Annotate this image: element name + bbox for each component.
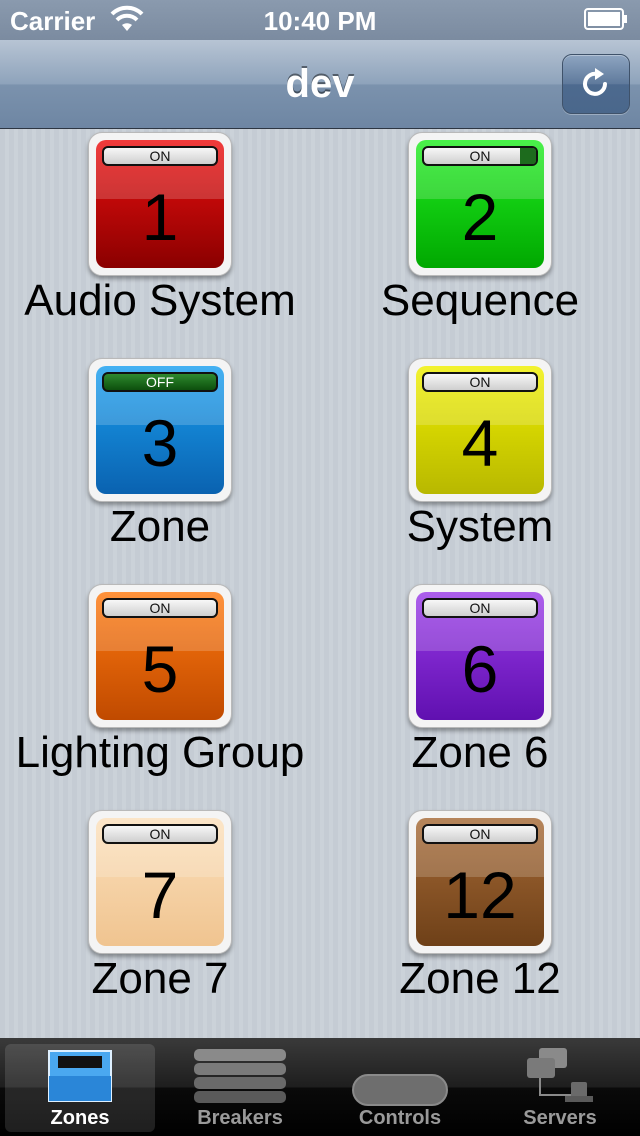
status-bar: Carrier 10:40 PM xyxy=(0,0,640,40)
zone-cell: ON 5 Lighting Group xyxy=(0,584,320,784)
zone-tile-face: ON 1 xyxy=(96,140,224,268)
controls-icon xyxy=(352,1074,448,1106)
zone-tile-face: ON 4 xyxy=(416,366,544,494)
tab-controls-label: Controls xyxy=(358,1107,442,1129)
breakers-icon xyxy=(194,1049,286,1103)
zone-cell: ON 4 System xyxy=(320,358,640,558)
zone-tile[interactable]: ON 2 xyxy=(408,132,552,276)
zone-tile-face: ON 12 xyxy=(416,818,544,946)
tab-zones[interactable]: Zones xyxy=(5,1044,155,1132)
servers-icon xyxy=(527,1048,593,1102)
zone-power-switch[interactable]: ON xyxy=(102,824,218,844)
zone-cell: OFF 3 Zone xyxy=(0,358,320,558)
zone-power-switch[interactable]: ON xyxy=(422,146,538,166)
battery-icon xyxy=(584,8,627,30)
refresh-button[interactable] xyxy=(562,54,630,114)
zone-name: Zone 7 xyxy=(91,954,229,1003)
zones-icon xyxy=(48,1050,112,1102)
tab-servers-label: Servers xyxy=(523,1107,597,1129)
tab-bar: Zones Breakers Controls Servers xyxy=(0,1038,640,1136)
zone-number: 4 xyxy=(461,406,499,480)
zone-cell: ON 2 Sequence xyxy=(320,132,640,332)
clock-label: 10:40 PM xyxy=(263,6,377,36)
zone-cell: ON 1 Audio System xyxy=(0,132,320,332)
tab-controls[interactable]: Controls xyxy=(325,1044,475,1132)
zone-tile-face: ON 6 xyxy=(416,592,544,720)
zone-name: Sequence xyxy=(380,276,580,325)
zone-tile-face: ON 2 xyxy=(416,140,544,268)
zone-cell: ON 7 Zone 7 xyxy=(0,810,320,1010)
zone-power-switch[interactable]: ON xyxy=(102,146,218,166)
zone-number: 1 xyxy=(141,180,179,254)
refresh-icon xyxy=(583,68,607,96)
zone-number: 12 xyxy=(443,858,517,932)
zone-tile[interactable]: ON 12 xyxy=(408,810,552,954)
zone-number: 3 xyxy=(141,406,179,480)
zone-number: 5 xyxy=(141,632,179,706)
zone-power-switch[interactable]: OFF xyxy=(102,372,218,392)
zone-tile[interactable]: ON 6 xyxy=(408,584,552,728)
zone-number: 2 xyxy=(461,180,499,254)
zone-cell: ON 6 Zone 6 xyxy=(320,584,640,784)
zone-name: Zone xyxy=(109,502,211,551)
zone-tile-face: OFF 3 xyxy=(96,366,224,494)
navigation-bar: dev xyxy=(0,40,640,129)
zone-number: 7 xyxy=(141,858,179,932)
tab-breakers[interactable]: Breakers xyxy=(165,1044,315,1132)
zone-tile[interactable]: ON 5 xyxy=(88,584,232,728)
zone-name: Lighting Group xyxy=(15,728,305,777)
zone-power-switch[interactable]: ON xyxy=(102,598,218,618)
zone-power-switch[interactable]: ON xyxy=(422,598,538,618)
zone-tile[interactable]: ON 1 xyxy=(88,132,232,276)
zone-power-switch[interactable]: ON xyxy=(422,372,538,392)
zone-cell: ON 12 Zone 12 xyxy=(320,810,640,1010)
zone-number: 6 xyxy=(461,632,499,706)
zone-name: Audio System xyxy=(24,276,296,325)
zone-tile[interactable]: ON 7 xyxy=(88,810,232,954)
tab-breakers-label: Breakers xyxy=(197,1107,283,1129)
zone-tile[interactable]: OFF 3 xyxy=(88,358,232,502)
tab-servers[interactable]: Servers xyxy=(485,1044,635,1132)
zone-name: Zone 6 xyxy=(411,728,549,777)
zone-name: System xyxy=(406,502,554,551)
zone-tile-face: ON 5 xyxy=(96,592,224,720)
page-title: dev xyxy=(285,62,355,106)
zone-tile[interactable]: ON 4 xyxy=(408,358,552,502)
zone-name: Zone 12 xyxy=(399,954,561,1003)
zone-tile-face: ON 7 xyxy=(96,818,224,946)
zone-power-switch[interactable]: ON xyxy=(422,824,538,844)
tab-zones-label: Zones xyxy=(50,1107,110,1129)
